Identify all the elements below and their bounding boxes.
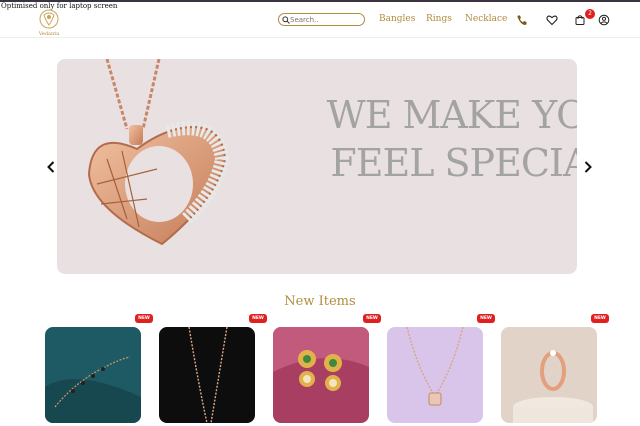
ring-image	[513, 350, 593, 423]
nav-necklace[interactable]: Necklace	[465, 14, 507, 24]
heart-pendant-image	[87, 59, 230, 246]
banner-headline-line2: FEEL SPECIAL	[330, 141, 577, 185]
cart-count-badge: 2	[585, 9, 595, 19]
new-badge: NEW	[135, 314, 153, 323]
section-title: New Items	[284, 294, 356, 309]
search-box	[278, 13, 365, 26]
search-icon	[282, 16, 290, 24]
new-badge: NEW	[249, 314, 267, 323]
pendant-necklace-image	[406, 327, 464, 406]
new-badge: NEW	[363, 314, 381, 323]
product-card-pendant-necklace[interactable]	[387, 327, 483, 423]
chain-image	[188, 327, 228, 423]
header: Vedanta Bangles Rings Necklace 2	[0, 2, 640, 38]
carousel-prev-icon[interactable]	[45, 160, 57, 174]
bag-icon[interactable]	[574, 14, 586, 26]
earrings-image	[273, 327, 369, 391]
product-card-bracelet[interactable]	[45, 327, 141, 423]
banner-headline-line1: WE MAKE YOU	[326, 93, 577, 137]
heart-icon[interactable]	[546, 14, 558, 26]
new-badge: NEW	[477, 314, 495, 323]
product-card-ring[interactable]	[501, 327, 597, 423]
bracelet-image	[45, 356, 141, 423]
carousel-next-icon[interactable]	[582, 160, 594, 174]
phone-icon[interactable]	[516, 14, 528, 26]
product-card-chain[interactable]	[159, 327, 255, 423]
hero-banner: WE MAKE YOU FEEL SPECIAL	[57, 59, 577, 274]
product-card-earrings[interactable]	[273, 327, 369, 423]
new-badge: NEW	[591, 314, 609, 323]
search-input[interactable]	[290, 14, 360, 25]
nav-rings[interactable]: Rings	[426, 14, 452, 24]
user-icon[interactable]	[598, 14, 610, 26]
nav-bangles[interactable]: Bangles	[379, 14, 415, 24]
logo-text: Vedanta	[38, 31, 60, 37]
